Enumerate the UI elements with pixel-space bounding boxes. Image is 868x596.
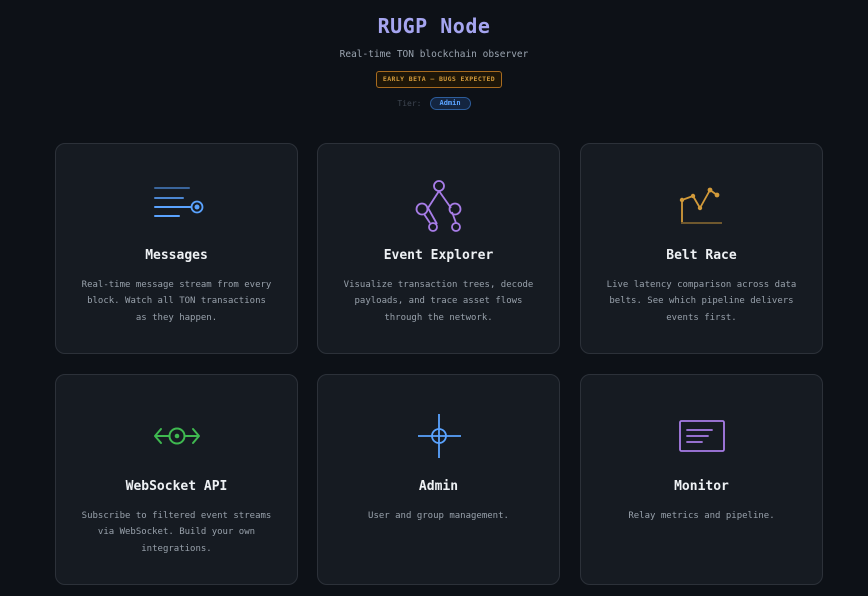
page-title: RUGP Node: [377, 14, 491, 38]
tier-label: Tier:: [397, 99, 422, 108]
websocket-api-card[interactable]: WebSocket API Subscribe to filtered even…: [55, 374, 298, 585]
latency-chart-icon: [672, 178, 732, 238]
event-explorer-card-title: Event Explorer: [383, 248, 494, 263]
tier-badge: Admin: [429, 97, 471, 110]
belt-race-card-description: Live latency comparison across data belt…: [606, 280, 797, 323]
belt-race-card-title: Belt Race: [666, 248, 737, 263]
messages-card[interactable]: Messages Real-time message stream from e…: [55, 143, 298, 354]
monitor-card-description: Relay metrics and pipeline.: [628, 511, 775, 521]
websocket-api-card-title: WebSocket API: [125, 479, 228, 494]
belt-race-card[interactable]: Belt Race Live latency comparison across…: [580, 143, 823, 354]
event-explorer-card-description: Visualize transaction trees, decode payl…: [343, 280, 534, 323]
tier-row: Tier: Admin: [0, 97, 868, 110]
crosshair-icon: [409, 409, 469, 469]
event-explorer-card[interactable]: Event Explorer Visualize transaction tre…: [317, 143, 560, 354]
monitor-card[interactable]: Monitor Relay metrics and pipeline.: [580, 374, 823, 585]
messages-card-title: Messages: [145, 248, 208, 263]
messages-card-description: Real-time message stream from every bloc…: [81, 280, 272, 323]
websocket-icon: [147, 409, 207, 469]
monitor-icon: [672, 409, 732, 469]
transaction-tree-icon: [409, 178, 469, 238]
websocket-api-card-description: Subscribe to filtered event streams via …: [81, 511, 272, 554]
beta-badge: EARLY BETA — BUGS EXPECTED: [376, 71, 502, 88]
message-stream-icon: [147, 178, 207, 238]
page-subtitle: Real-time TON blockchain observer: [339, 49, 529, 60]
monitor-card-title: Monitor: [674, 479, 729, 494]
admin-card[interactable]: Admin User and group management.: [317, 374, 560, 585]
admin-card-description: User and group management.: [368, 511, 509, 521]
admin-card-title: Admin: [418, 479, 459, 494]
